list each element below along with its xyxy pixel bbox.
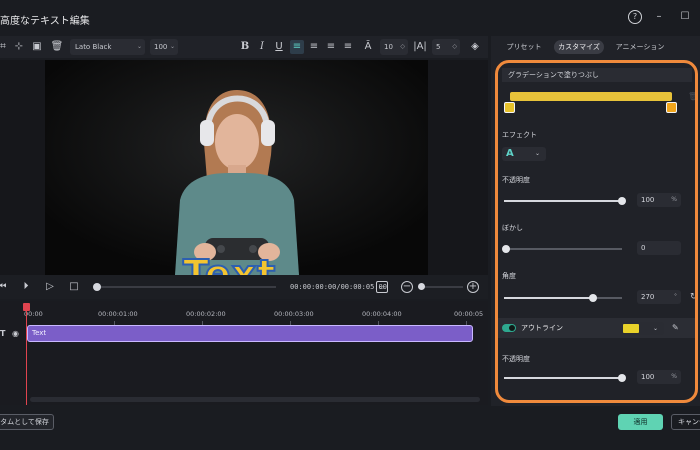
delete-icon[interactable]: 🗑 — [50, 40, 64, 54]
char-spacing-value: 10 — [384, 43, 393, 51]
crop-icon[interactable]: ⌗ — [0, 40, 10, 54]
cancel-button[interactable]: キャンセ — [671, 414, 700, 430]
window-title: 高度なテキスト編集 — [0, 16, 90, 27]
maximize-icon[interactable]: ☐ — [678, 10, 692, 24]
font-size-value: 100 — [154, 43, 168, 51]
text-format-toolbar: ⌗ ⊹ ▣ 🗑 Lato Black ⌄ 100 ⌄ B I U ≡ ≡ ≡ ≡… — [0, 36, 488, 58]
stepper-icon: ◇ — [452, 43, 457, 50]
chevron-down-icon: ⌄ — [169, 43, 175, 50]
zoom-in-icon[interactable]: + — [467, 281, 479, 293]
footer-bar: スタムとして保存 適用 キャンセ — [0, 406, 700, 450]
stop-icon[interactable]: □ — [68, 281, 80, 293]
playhead-handle[interactable] — [23, 303, 30, 311]
tab-animation[interactable]: アニメーション — [613, 40, 667, 54]
time-ruler[interactable]: 00:00 00:00:01:00 00:00:02:00 00:00:03:0… — [24, 307, 484, 327]
line-spacing-input[interactable]: 5 ◇ — [432, 39, 460, 55]
tick-label: 00:00:05 — [454, 310, 484, 318]
player-controls: ⏮ ⏵ ▷ □ 00:00:00:00/00:00:05:00 ▭ − + — [0, 275, 488, 299]
align-left-icon[interactable]: ≡ — [290, 40, 304, 54]
zoom-handle[interactable] — [418, 283, 425, 290]
timeline: 00:00 00:00:01:00 00:00:02:00 00:00:03:0… — [0, 301, 488, 405]
zoom-slider[interactable] — [418, 283, 463, 290]
font-family-value: Lato Black — [75, 43, 112, 51]
chevron-down-icon: ⌄ — [136, 43, 142, 50]
font-family-select[interactable]: Lato Black ⌄ — [70, 39, 145, 55]
align-center-icon[interactable]: ≡ — [307, 40, 321, 54]
snapshot-icon[interactable]: ▭ — [376, 281, 388, 293]
tab-customize[interactable]: カスタマイズ — [554, 40, 604, 54]
tab-presets[interactable]: プリセット — [505, 40, 543, 54]
title-bar: 高度なテキスト編集 ? – ☐ — [0, 0, 700, 34]
timecode: 00:00:00:00/00:00:05:00 — [290, 283, 387, 291]
char-spacing-icon: Ā — [364, 41, 372, 52]
timeline-scrollbar[interactable] — [30, 397, 480, 402]
scrubber-handle[interactable] — [93, 283, 101, 291]
help-icon[interactable]: ? — [628, 10, 642, 24]
transform-icon[interactable]: ⊹ — [12, 40, 26, 54]
video-preview: Text — [0, 60, 488, 297]
highlight-frame — [495, 60, 698, 403]
playhead[interactable] — [23, 303, 30, 405]
play-icon[interactable]: ▷ — [44, 281, 56, 293]
italic-icon[interactable]: I — [255, 40, 269, 54]
line-spacing-value: 5 — [436, 43, 441, 51]
image-icon[interactable]: ▣ — [30, 40, 44, 54]
bold-icon[interactable]: B — [238, 40, 252, 54]
save-custom-button[interactable]: スタムとして保存 — [0, 414, 54, 430]
layer-icon[interactable]: ◈ — [468, 40, 482, 54]
align-right-icon[interactable]: ≡ — [324, 40, 338, 54]
line-spacing-icon: |A| — [413, 41, 427, 52]
tick-label: 00:00:03:00 — [274, 310, 314, 318]
step-icon[interactable]: ⏵ — [20, 281, 32, 293]
progress-scrubber[interactable] — [93, 283, 276, 291]
zoom-out-icon[interactable]: − — [401, 281, 413, 293]
text-clip[interactable]: Text — [27, 325, 473, 342]
char-spacing-input[interactable]: 10 ◇ — [380, 39, 408, 55]
font-size-select[interactable]: 100 ⌄ — [150, 39, 178, 55]
apply-button[interactable]: 適用 — [618, 414, 663, 430]
tick-label: 00:00:04:00 — [362, 310, 402, 318]
tick-label: 00:00:01:00 — [98, 310, 138, 318]
minimize-icon[interactable]: – — [652, 10, 666, 24]
align-justify-icon[interactable]: ≡ — [341, 40, 355, 54]
text-track-icon: T — [0, 329, 6, 338]
skip-back-icon[interactable]: ⏮ — [0, 281, 8, 293]
video-thumbnail — [45, 60, 428, 275]
eye-icon[interactable]: ◉ — [12, 329, 19, 338]
tick-label: 00:00:02:00 — [186, 310, 226, 318]
video-frame — [45, 60, 428, 275]
stepper-icon: ◇ — [400, 43, 405, 50]
underline-icon[interactable]: U — [272, 40, 286, 54]
panel-tabs: プリセット カスタマイズ アニメーション — [491, 36, 700, 58]
